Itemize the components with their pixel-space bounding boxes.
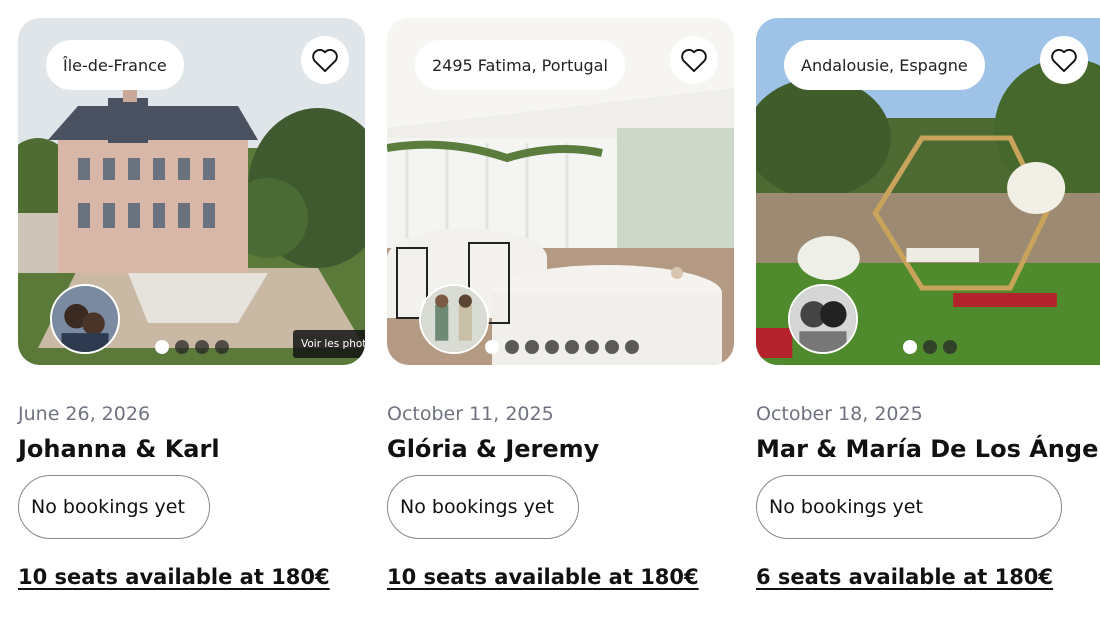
carousel-dot[interactable]: [923, 340, 937, 354]
carousel-dot[interactable]: [175, 340, 189, 354]
carousel-dot[interactable]: [605, 340, 619, 354]
favorite-button[interactable]: [1040, 36, 1088, 84]
carousel-dot[interactable]: [625, 340, 639, 354]
photo-carousel-dots: [155, 340, 229, 354]
couple-avatar: [788, 284, 858, 354]
seats-available-link[interactable]: 10 seats available at 180€: [387, 565, 734, 589]
couple-names: Glória & Jeremy: [387, 435, 600, 463]
event-date: October 11, 2025: [387, 403, 554, 425]
location-badge: 2495 Fatima, Portugal: [415, 40, 625, 90]
listing-card[interactable]: 2495 Fatima, Portugal October 11, 2025 G…: [387, 18, 734, 589]
carousel-dot[interactable]: [155, 340, 169, 354]
couple-names: Mar & María De Los Ángeles: [756, 435, 1100, 463]
bookings-status-pill: No bookings yet: [756, 475, 1062, 539]
favorite-button[interactable]: [301, 36, 349, 84]
seats-available-link[interactable]: 6 seats available at 180€: [756, 565, 1100, 589]
listing-card[interactable]: Andalousie, Espagne October 18, 2025 Mar…: [756, 18, 1100, 589]
listing-photo[interactable]: Andalousie, Espagne: [756, 18, 1100, 365]
bookings-status-pill: No bookings yet: [18, 475, 210, 539]
listing-photo[interactable]: Île-de-France Voir les photos: [18, 18, 365, 365]
carousel-dot[interactable]: [585, 340, 599, 354]
carousel-dot[interactable]: [195, 340, 209, 354]
event-date: June 26, 2026: [18, 403, 151, 425]
heart-outline-icon: [681, 48, 707, 73]
carousel-dot[interactable]: [485, 340, 499, 354]
heart-outline-icon: [1051, 48, 1077, 73]
see-photos-button[interactable]: Voir les photos: [293, 330, 365, 358]
carousel-dot[interactable]: [943, 340, 957, 354]
listing-photo[interactable]: 2495 Fatima, Portugal: [387, 18, 734, 365]
location-badge: Andalousie, Espagne: [784, 40, 985, 90]
event-date: October 18, 2025: [756, 403, 923, 425]
location-badge: Île-de-France: [46, 40, 184, 90]
heart-outline-icon: [312, 48, 338, 73]
couple-names: Johanna & Karl: [18, 435, 220, 463]
carousel-dot[interactable]: [215, 340, 229, 354]
bookings-status-pill: No bookings yet: [387, 475, 579, 539]
carousel-dot[interactable]: [525, 340, 539, 354]
photo-carousel-dots: [903, 340, 957, 354]
carousel-dot[interactable]: [903, 340, 917, 354]
couple-avatar: [50, 284, 120, 354]
carousel-dot[interactable]: [505, 340, 519, 354]
favorite-button[interactable]: [670, 36, 718, 84]
carousel-dot[interactable]: [545, 340, 559, 354]
carousel-dot[interactable]: [565, 340, 579, 354]
listing-card[interactable]: Île-de-France Voir les photos June 26, 2…: [18, 18, 365, 589]
photo-carousel-dots: [485, 340, 639, 354]
couple-avatar: [419, 284, 489, 354]
seats-available-link[interactable]: 10 seats available at 180€: [18, 565, 365, 589]
